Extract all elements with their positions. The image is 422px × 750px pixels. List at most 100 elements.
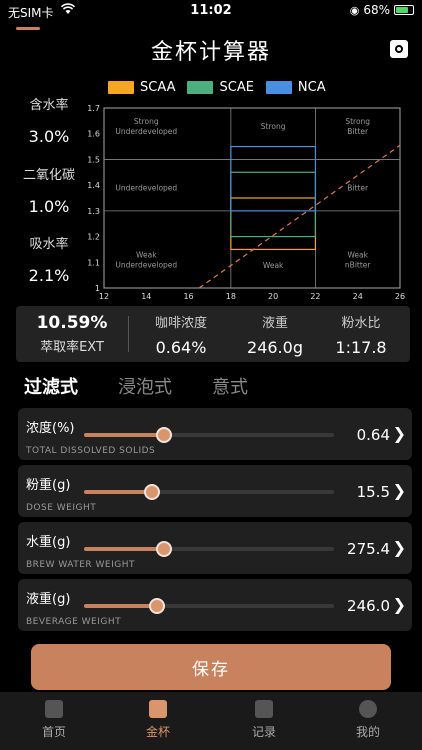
water-slider-title: 水重(g)	[26, 535, 71, 550]
beverage-slider[interactable]	[84, 598, 334, 614]
chevron-right-icon[interactable]: ❯	[393, 595, 406, 614]
dose-slider-title: 粉重(g)	[26, 478, 71, 493]
tabbar-label-profile: 我的	[355, 725, 380, 739]
dose-slider-subtitle: DOSE WEIGHT	[26, 503, 97, 513]
dose-slider-thumb[interactable]	[143, 484, 160, 500]
battery-icon	[394, 5, 414, 15]
legend-swatch-scaa	[108, 81, 134, 94]
tab-pour-over[interactable]: 过滤式	[24, 373, 78, 399]
y-tick-label: 1.2	[87, 233, 100, 242]
legend-swatch-scae	[187, 81, 214, 94]
x-tick-label: 20	[268, 292, 278, 301]
water-content-stat: 含水率 3.0%	[0, 94, 98, 146]
chart-svg: 12 14 16 18 20 22 24 26 1 1.1 1.2 1.3 1.4 1.5 1.6 1.7 St…	[87, 104, 405, 301]
chevron-right-icon[interactable]: ❯	[393, 481, 406, 500]
water-slider-card: 水重(g) BREW WATER WEIGHT 275.4 ❯	[18, 522, 412, 574]
tabbar-label-records: 记录	[251, 725, 276, 739]
tab-immersion[interactable]: 浸泡式	[118, 373, 172, 399]
tabbar-item-home[interactable]: 首页	[24, 700, 84, 740]
chart-legend: SCAA SCAE NCA	[108, 80, 326, 95]
chevron-right-icon[interactable]: ❯	[393, 424, 406, 443]
region-label: nBitter	[345, 261, 371, 270]
calculator-icon	[149, 700, 167, 718]
page-title: 金杯计算器	[150, 40, 271, 65]
beverage-summary: 液重 246.0g	[230, 306, 320, 362]
beverage-slider-value: 246.0	[347, 597, 390, 615]
status-bar: 无SIM卡 11:02 ◉ 68%	[0, 0, 422, 24]
x-tick-label: 26	[395, 292, 405, 301]
x-tick-label: 16	[183, 292, 193, 301]
region-label: Strong	[261, 122, 286, 131]
water-slider-thumb[interactable]	[156, 541, 172, 557]
co2-value: 1.0%	[28, 197, 70, 216]
ratio-summary-value: 1:17.8	[335, 338, 387, 357]
beverage-slider-thumb[interactable]	[148, 598, 165, 614]
tds-slider-card: 浓度(%) TOTAL DISSOLVED SOLIDS 0.64 ❯	[18, 408, 412, 460]
tabbar-label-calculator: 金杯	[145, 725, 170, 739]
region-label: Underdeveloped	[115, 261, 177, 270]
y-tick-label: 1	[95, 284, 100, 293]
save-button[interactable]: 保存	[31, 644, 391, 690]
legend-label-nca: NCA	[297, 80, 326, 95]
water-content-label: 含水率	[29, 98, 69, 113]
standard-box-scae	[230, 171, 317, 238]
coffee-machine-icon	[45, 700, 63, 718]
tab-espresso[interactable]: 意式	[212, 373, 248, 399]
region-label: Underdeveloped	[115, 184, 177, 193]
tds-slider[interactable]	[84, 427, 334, 443]
x-tick-label: 22	[310, 292, 320, 301]
y-tick-label: 1.5	[87, 155, 100, 164]
tds-slider-thumb[interactable]	[156, 427, 172, 443]
ratio-summary-label: 粉水比	[341, 316, 381, 331]
tds-summary-value: 0.64%	[155, 338, 207, 357]
extraction-box: 10.59% 萃取率EXT	[16, 306, 128, 362]
tabbar-item-calculator[interactable]: 金杯	[128, 700, 188, 740]
tabbar-item-profile[interactable]: 我的	[338, 700, 398, 740]
bottom-tab-bar: 首页 金杯 记录 我的	[0, 692, 422, 750]
region-label: Weak	[136, 251, 157, 260]
y-tick-label: 1.6	[87, 130, 100, 139]
result-summary: 10.59% 萃取率EXT 咖啡浓度 0.64% 液重 246.0g 粉水比 1…	[16, 306, 410, 362]
absorb-value: 2.1%	[28, 266, 70, 285]
tds-slider-subtitle: TOTAL DISSOLVED SOLIDS	[26, 446, 156, 456]
tds-slider-value: 0.64	[356, 426, 390, 444]
legend-item-scae: SCAE	[187, 80, 254, 95]
standard-box-nca	[230, 145, 317, 212]
dose-slider[interactable]	[84, 484, 334, 500]
region-label: Weak	[263, 261, 284, 270]
beverage-slider-card: 液重(g) BEVERAGE WEIGHT 246.0 ❯	[18, 579, 412, 631]
co2-stat: 二氧化碳 1.0%	[0, 164, 98, 216]
tds-summary: 咖啡浓度 0.64%	[136, 306, 226, 362]
gear-icon[interactable]	[390, 40, 408, 58]
region-label: Weak	[347, 251, 368, 260]
water-slider-fill	[84, 547, 164, 551]
water-slider[interactable]	[84, 541, 334, 557]
chevron-right-icon[interactable]: ❯	[393, 538, 406, 557]
legend-item-scaa: SCAA	[108, 80, 175, 95]
y-tick-label: 1.7	[87, 104, 100, 113]
beverage-slider-title: 液重(g)	[26, 592, 71, 607]
x-tick-label: 18	[226, 292, 236, 301]
dose-slider-value: 15.5	[356, 483, 390, 501]
notebook-icon	[255, 700, 273, 718]
dose-slider-fill	[84, 490, 152, 494]
beverage-summary-value: 246.0g	[247, 338, 303, 357]
legend-swatch-nca	[265, 81, 292, 94]
extraction-label: 萃取率EXT	[40, 340, 104, 355]
water-content-value: 3.0%	[28, 127, 70, 146]
absorb-stat: 吸水率 2.1%	[0, 233, 98, 285]
tabbar-label-home: 首页	[41, 725, 66, 739]
tds-summary-label: 咖啡浓度	[154, 316, 207, 331]
region-label: Underdeveloped	[115, 127, 177, 136]
tds-slider-fill	[84, 433, 164, 437]
user-icon	[359, 700, 377, 718]
legend-label-scaa: SCAA	[140, 80, 176, 95]
standard-box-scaa	[230, 197, 317, 251]
x-tick-label: 12	[99, 292, 109, 301]
y-tick-label: 1.4	[87, 181, 100, 190]
tabbar-item-records[interactable]: 记录	[234, 700, 294, 740]
y-tick-label: 1.1	[87, 258, 100, 267]
region-label: Strong	[134, 117, 159, 126]
beverage-slider-fill	[84, 604, 157, 608]
co2-label: 二氧化碳	[22, 168, 75, 183]
